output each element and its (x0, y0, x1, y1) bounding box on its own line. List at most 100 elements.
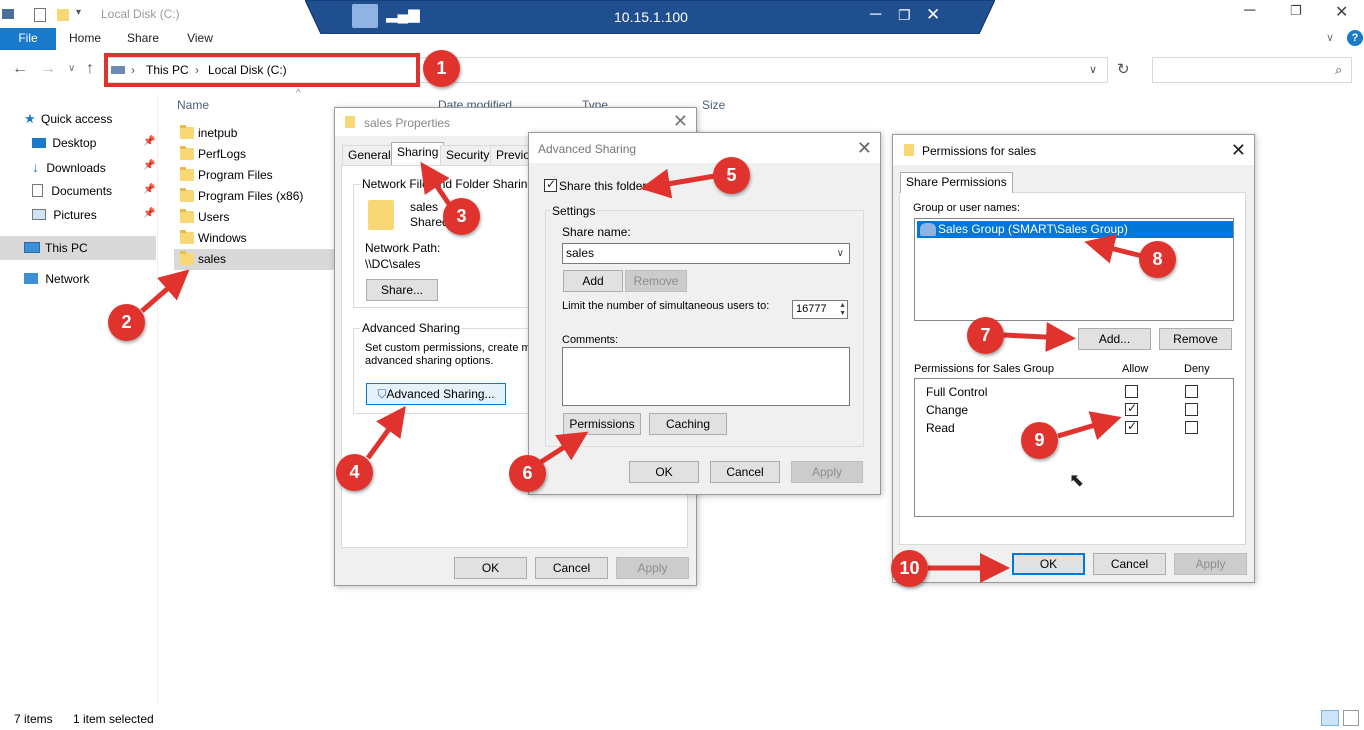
tab-sharing[interactable]: Sharing (391, 142, 445, 166)
folder-icon (180, 125, 194, 139)
list-item[interactable]: PerfLogs (174, 144, 334, 165)
details-view-icon[interactable] (1321, 710, 1339, 726)
change-allow-checkbox[interactable] (1125, 401, 1138, 416)
nav-item-pictures[interactable]: Pictures (32, 204, 97, 226)
file-name: Users (198, 210, 230, 224)
remove-share-button[interactable]: Remove (625, 270, 687, 292)
quick-access-dropdown-icon[interactable]: ▾ (76, 7, 81, 18)
breadcrumb-this-pc[interactable]: This PC (146, 63, 189, 77)
forward-arrow-icon[interactable]: → (40, 60, 56, 78)
add-group-button[interactable]: Add... (1078, 328, 1151, 350)
folder-icon (345, 116, 355, 128)
nav-item-desktop[interactable]: Desktop (32, 132, 96, 154)
maximize-button[interactable]: ❐ (1290, 3, 1302, 19)
close-button[interactable]: ✕ (1335, 2, 1348, 22)
minimize-button[interactable]: ─ (1244, 2, 1255, 20)
column-header-name[interactable]: Name (177, 94, 209, 116)
tab-file[interactable]: File (0, 28, 56, 50)
column-header-size[interactable]: Size (702, 94, 725, 116)
recent-dropdown-icon[interactable]: ∨ (68, 63, 75, 74)
refresh-icon[interactable]: ↻ (1117, 60, 1130, 78)
nav-item-downloads[interactable]: ↓ Downloads (32, 156, 106, 178)
drive-icon (111, 66, 125, 74)
remove-group-button[interactable]: Remove (1159, 328, 1232, 350)
nav-label: Downloads (46, 161, 106, 175)
change-deny-checkbox[interactable] (1185, 403, 1198, 416)
list-item[interactable]: inetpub (174, 123, 334, 144)
ribbon-expand-icon[interactable]: ∨ (1326, 31, 1334, 44)
rdp-restore-button[interactable]: ❐ (898, 7, 911, 24)
advanced-sharing-button[interactable]: ⛉Advanced Sharing... (366, 383, 506, 405)
tab-security[interactable]: Security (440, 145, 496, 165)
share-name-select[interactable]: sales ∨ (562, 243, 850, 264)
folder-quick-icon[interactable] (57, 9, 69, 21)
breadcrumb-local-disk[interactable]: Local Disk (C:) (208, 63, 287, 77)
add-share-button[interactable]: Add (563, 270, 623, 292)
permissions-button[interactable]: Permissions (563, 413, 641, 435)
pin-icon[interactable]: 📌 (143, 136, 155, 147)
close-icon[interactable]: ✕ (673, 112, 688, 130)
tab-share[interactable]: Share (120, 28, 166, 50)
list-item-selected[interactable]: sales (174, 249, 348, 270)
nav-item-documents[interactable]: Documents (32, 180, 112, 202)
ok-button[interactable]: OK (629, 461, 699, 483)
share-folder-checkbox[interactable] (544, 177, 557, 192)
tab-general[interactable]: General (342, 145, 397, 165)
ok-button[interactable]: OK (1012, 553, 1085, 575)
nav-item-network[interactable]: Network (24, 268, 89, 290)
spinner-arrows-icon[interactable]: ▲ ▼ (839, 302, 846, 318)
dialog-title: Advanced Sharing (538, 142, 637, 156)
read-deny-checkbox[interactable] (1185, 421, 1198, 434)
caching-button[interactable]: Caching (649, 413, 727, 435)
rdp-close-button[interactable]: ✕ (926, 5, 940, 25)
user-limit-label: Limit the number of simultaneous users t… (562, 300, 770, 312)
list-item[interactable]: Windows (174, 228, 334, 249)
list-item-selected[interactable]: Sales Group (SMART\Sales Group) (917, 221, 1233, 238)
cancel-button[interactable]: Cancel (710, 461, 780, 483)
folder-icon (180, 251, 194, 265)
users-icon (920, 223, 936, 236)
address-bar[interactable]: › This PC › Local Disk (C:) ∨ (106, 57, 1108, 83)
tab-home[interactable]: Home (62, 28, 108, 50)
pin-icon[interactable]: 📌 (143, 208, 155, 219)
search-input[interactable]: ⌕ (1152, 57, 1352, 83)
rdp-minimize-button[interactable]: ─ (870, 6, 881, 24)
close-icon[interactable]: ✕ (1231, 141, 1246, 159)
large-icons-view-icon[interactable] (1343, 710, 1359, 726)
cancel-button[interactable]: Cancel (535, 557, 608, 579)
full-control-allow-checkbox[interactable] (1125, 385, 1138, 398)
address-dropdown-icon[interactable]: ∨ (1089, 63, 1097, 76)
tab-view[interactable]: View (178, 28, 222, 50)
help-icon[interactable]: ? (1347, 30, 1363, 46)
apply-button[interactable]: Apply (1174, 553, 1247, 575)
tab-share-permissions[interactable]: Share Permissions (900, 172, 1013, 193)
close-icon[interactable]: ✕ (857, 139, 872, 157)
share-button[interactable]: Share... (366, 279, 438, 301)
step-badge-6: 6 (509, 455, 546, 492)
properties-quick-icon[interactable] (34, 8, 46, 22)
full-control-deny-checkbox[interactable] (1185, 385, 1198, 398)
list-item[interactable]: Program Files (x86) (174, 186, 334, 207)
folder-icon (180, 230, 194, 244)
back-arrow-icon[interactable]: ← (12, 60, 28, 78)
user-limit-spinner[interactable]: 16777 ▲ ▼ (792, 300, 848, 319)
apply-button[interactable]: Apply (616, 557, 689, 579)
share-folder-label[interactable]: Share this folder (559, 179, 646, 193)
pin-icon[interactable] (352, 4, 378, 28)
list-item[interactable]: Program Files (174, 165, 334, 186)
pin-icon[interactable]: 📌 (143, 160, 155, 171)
step-badge-4: 4 (336, 454, 373, 491)
up-arrow-icon[interactable]: ↑ (86, 60, 94, 78)
apply-button[interactable]: Apply (791, 461, 863, 483)
signal-icon: ▂▄▆ (386, 6, 420, 23)
read-allow-checkbox[interactable] (1125, 419, 1138, 434)
group-names-list[interactable]: Sales Group (SMART\Sales Group) (914, 218, 1234, 321)
ok-button[interactable]: OK (454, 557, 527, 579)
pin-icon[interactable]: 📌 (143, 184, 155, 195)
nav-item-quick-access[interactable]: ★ Quick access (24, 108, 112, 130)
cancel-button[interactable]: Cancel (1093, 553, 1166, 575)
group-entry: Sales Group (SMART\Sales Group) (938, 222, 1128, 236)
list-item[interactable]: Users (174, 207, 334, 228)
comments-field[interactable] (562, 347, 850, 406)
nav-item-this-pc[interactable]: This PC (0, 236, 156, 260)
